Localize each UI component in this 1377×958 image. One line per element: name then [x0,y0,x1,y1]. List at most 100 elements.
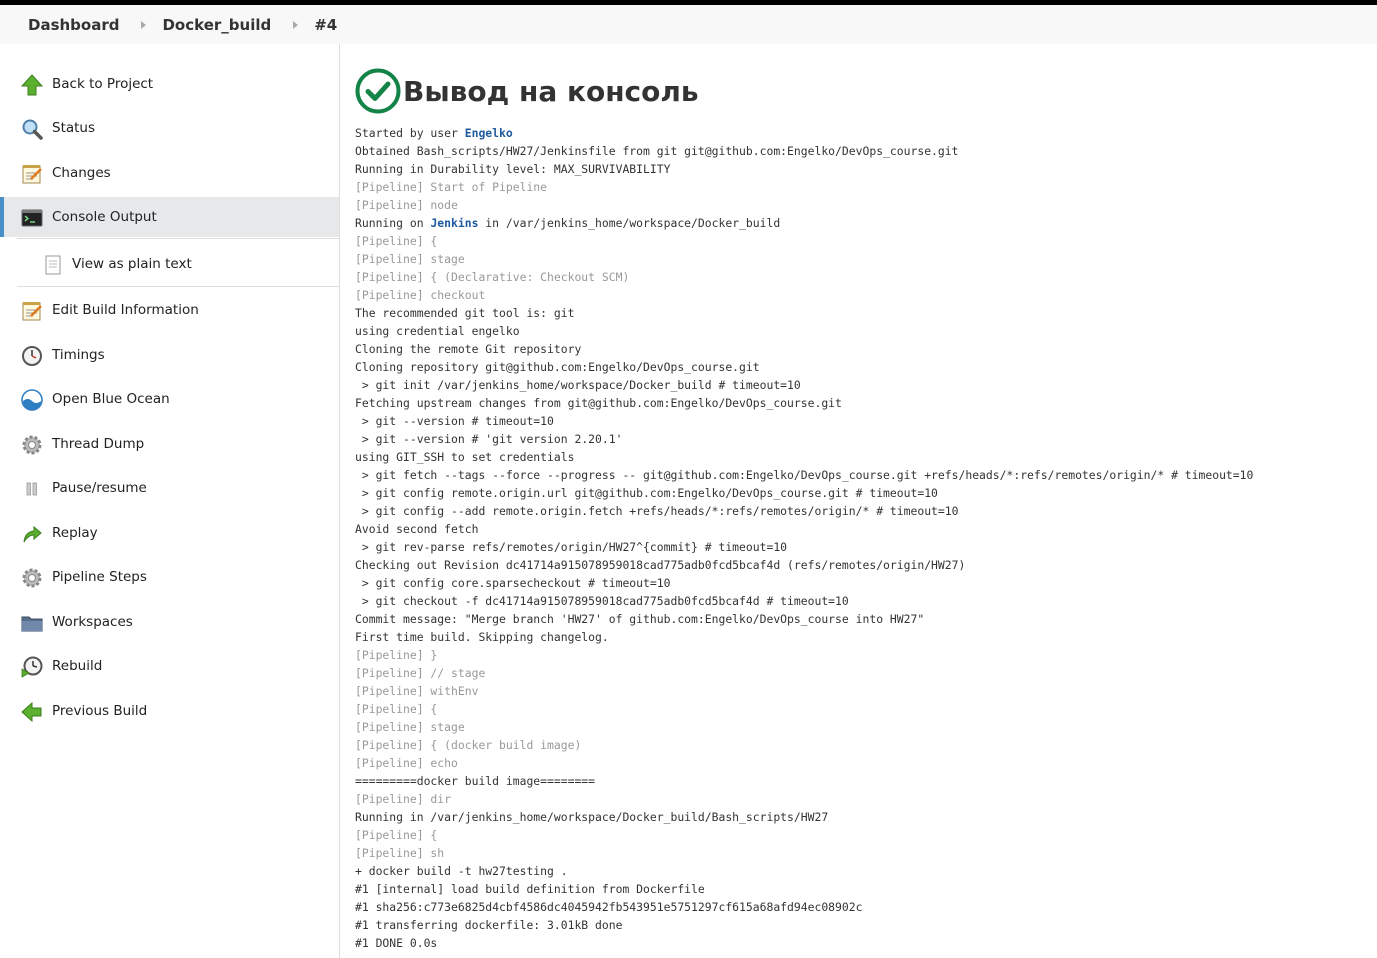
blue-ocean-icon [21,389,43,411]
console-line: Cloning repository git@github.com:Engelk… [355,360,760,374]
up-arrow-icon [21,74,43,96]
sidebar-item-label: Pipeline Steps [52,569,147,585]
sidebar-item-open-blue-ocean[interactable]: Open Blue Ocean [0,379,339,419]
console-line: Checking out Revision dc41714a9150789590… [355,558,966,572]
console-line: > git config --add remote.origin.fetch +… [355,504,959,518]
sidebar-item-pause-resume[interactable]: Pause/resume [0,468,339,508]
console-line: [Pipeline] stage [355,252,465,266]
console-line: [Pipeline] { [355,702,438,716]
console-line: > git init /var/jenkins_home/workspace/D… [355,378,801,392]
console-line: Running in Durability level: MAX_SURVIVA… [355,162,671,176]
sidebar-item-label: Replay [52,525,98,541]
sidebar-item-label: Workspaces [52,614,133,630]
notepad-icon [22,165,42,184]
breadcrumb: Dashboard Docker_build #4 [0,5,1377,44]
console-line: Cloning the remote Git repository [355,342,582,356]
sidebar-item-label: View as plain text [72,256,192,272]
console-line: Running on Jenkins in /var/jenkins_home/… [355,214,1253,232]
console-line: #1 transferring dockerfile: 3.01kB done [355,918,623,932]
console-line: [Pipeline] checkout [355,288,486,302]
sidebar-item-status[interactable]: Status [0,108,339,148]
console-line: [Pipeline] // stage [355,666,486,680]
console-line: [Pipeline] sh [355,846,445,860]
sidebar-item-label: Timings [52,347,105,363]
sidebar-item-label: Console Output [52,209,157,225]
sidebar-item-changes[interactable]: Changes [0,153,339,193]
success-check-icon [355,68,401,114]
sidebar-item-replay[interactable]: Replay [0,513,339,553]
sidebar-item-view-as-plain-text[interactable]: View as plain text [0,244,339,284]
console-line: #1 DONE 0.0s [355,936,438,950]
console-line: [Pipeline] dir [355,792,452,806]
console-line: > git config core.sparsecheckout # timeo… [355,576,671,590]
sidebar-item-label: Pause/resume [52,480,147,496]
console-line: using credential engelko [355,324,520,338]
clock-icon [22,346,42,366]
console-line: [Pipeline] { [355,234,438,248]
console-line: > git rev-parse refs/remotes/origin/HW27… [355,540,788,554]
console-line: [Pipeline] { (Declarative: Checkout SCM) [355,270,630,284]
console-line: [Pipeline] { (docker build image) [355,738,582,752]
sidebar-item-rebuild[interactable]: Rebuild [0,646,339,686]
terminal-icon [21,209,43,227]
notepad-icon [22,302,42,321]
console-line: using GIT_SSH to set credentials [355,450,575,464]
sidebar-item-label: Thread Dump [52,436,145,452]
console-line: [Pipeline] stage [355,720,465,734]
console-line: [Pipeline] { [355,828,438,842]
console-line: > git config remote.origin.url git@githu… [355,486,938,500]
sidebar-item-label: Status [52,120,96,136]
console-line: Avoid second fetch [355,522,479,536]
page-title: Вывод на консоль [403,74,699,108]
console-text: Started by user [355,126,465,140]
sidebar-item-back-to-project[interactable]: Back to Project [0,64,339,104]
console-line: Started by user Engelko [355,124,1253,142]
console-line: [Pipeline] node [355,198,458,212]
divider [17,286,339,287]
console-line: Commit message: "Merge branch 'HW27' of … [355,612,925,626]
console-link[interactable]: Engelko [465,126,513,140]
sidebar: Back to Project Status Changes Console O… [0,44,340,958]
console-line: #1 [internal] load build definition from… [355,882,705,896]
breadcrumb-job[interactable]: Docker_build [162,16,271,34]
replay-arrow-icon [23,525,42,543]
console-line: > git fetch --tags --force --progress --… [355,468,1254,482]
sidebar-item-timings[interactable]: Timings [0,335,339,375]
sidebar-item-label: Open Blue Ocean [52,391,170,407]
folder-icon [21,616,43,632]
console-line: First time build. Skipping changelog. [355,630,609,644]
console-output: Started by user Engelko Obtained Bash_scr… [355,124,1253,952]
sidebar-item-label: Previous Build [52,703,148,719]
sidebar-item-label: Edit Build Information [52,302,199,318]
console-line: + docker build -t hw27testing . [355,864,568,878]
sidebar-item-thread-dump[interactable]: Thread Dump [0,424,339,464]
sidebar-item-pipeline-steps[interactable]: Pipeline Steps [0,557,339,597]
gear-icon [22,568,42,588]
console-text: Running on [355,216,431,230]
console-line: Running in /var/jenkins_home/workspace/D… [355,810,829,824]
console-line: [Pipeline] withEnv [355,684,479,698]
magnifier-icon [22,119,43,140]
sidebar-item-label: Rebuild [52,658,103,674]
console-line: > git checkout -f dc41714a915078959018ca… [355,594,849,608]
gear-icon [22,435,42,455]
console-line: > git --version # timeout=10 [355,414,554,428]
page-heading: Вывод на консоль [355,68,699,114]
console-link[interactable]: Jenkins [430,216,478,230]
breadcrumb-separator-icon[interactable] [293,20,299,29]
console-line: [Pipeline] Start of Pipeline [355,180,548,194]
sidebar-item-edit-build-information[interactable]: Edit Build Information [0,290,339,330]
console-line: > git --version # 'git version 2.20.1' [355,432,623,446]
console-line: #1 sha256:c773e6825d4cbf4586dc4045942fb5… [355,900,863,914]
breadcrumb-separator-icon[interactable] [141,20,147,29]
sidebar-item-label: Back to Project [52,76,154,92]
console-line: Fetching upstream changes from git@githu… [355,396,842,410]
pause-icon [26,482,37,496]
console-line: [Pipeline] echo [355,756,458,770]
breadcrumb-dashboard[interactable]: Dashboard [28,16,119,34]
sidebar-item-console-output[interactable]: Console Output [0,197,339,237]
breadcrumb-build[interactable]: #4 [314,16,337,34]
console-line: =========docker build image======== [355,774,596,788]
sidebar-item-workspaces[interactable]: Workspaces [0,602,339,642]
sidebar-item-previous-build[interactable]: Previous Build [0,691,339,731]
